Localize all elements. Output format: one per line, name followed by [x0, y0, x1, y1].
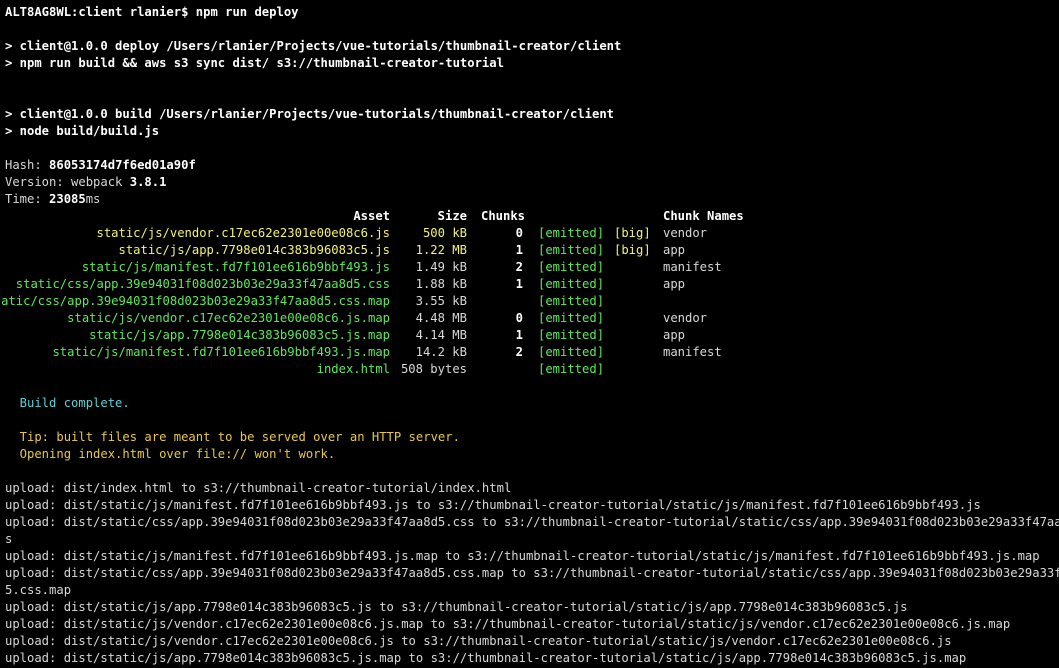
emitted-status: [emitted]	[538, 294, 605, 308]
asset-chunk: 1	[515, 243, 523, 257]
emitted-status: [emitted]	[538, 243, 605, 257]
asset-row: static/js/manifest.fd7f101ee616b9bbf493.…	[0, 259, 1059, 276]
chunk-name: app	[663, 328, 686, 342]
asset-column-header: Asset	[353, 209, 390, 223]
upload-line: upload: dist/static/js/manifest.fd7f101e…	[5, 549, 1040, 563]
upload-line: s	[5, 532, 13, 546]
asset-row: static/js/vendor.c17ec62e2301e00e08c6.js…	[0, 225, 1059, 242]
asset-name: static/js/vendor.c17ec62e2301e00e08c6.js	[96, 226, 391, 240]
asset-row: static/js/vendor.c17ec62e2301e00e08c6.js…	[0, 310, 1059, 327]
emitted-status: [emitted]	[538, 311, 605, 325]
asset-size: 508 bytes	[400, 362, 467, 376]
upload-line: 5.css.map	[5, 583, 72, 597]
emitted-status: [emitted]	[538, 345, 605, 359]
tip-line: Opening index.html over file:// won't wo…	[5, 447, 336, 461]
asset-chunk: 0	[515, 311, 523, 325]
upload-line: upload: dist/static/js/vendor.c17ec62e23…	[5, 617, 1011, 631]
time-value: 23085	[49, 192, 86, 206]
asset-size: 1.88 kB	[415, 277, 467, 291]
asset-row: static/js/manifest.fd7f101ee616b9bbf493.…	[0, 344, 1059, 361]
version-label: Version: webpack	[5, 175, 130, 189]
time-line: Time: 23085ms	[5, 191, 100, 208]
asset-size: 500 kB	[422, 226, 467, 240]
asset-row: static/css/app.39e94031f08d023b03e29a33f…	[0, 276, 1059, 293]
upload-line: upload: dist/static/js/app.7798e014c383b…	[5, 600, 908, 614]
upload-line: upload: dist/static/js/app.7798e014c383b…	[5, 651, 967, 665]
asset-size: 1.49 kB	[415, 260, 467, 274]
asset-name: static/js/manifest.fd7f101ee616b9bbf493.…	[81, 260, 390, 274]
chunk-names-column-header: Chunk Names	[663, 209, 744, 223]
upload-line: upload: dist/static/js/vendor.c17ec62e23…	[5, 634, 952, 648]
asset-name: static/css/app.39e94031f08d023b03e29a33f…	[15, 277, 390, 291]
asset-name: static/css/app.39e94031f08d023b03e29a33f…	[0, 294, 390, 308]
time-unit: ms	[85, 192, 101, 206]
build-command-line: > node build/build.js	[5, 124, 160, 138]
chunk-name: manifest	[663, 345, 722, 359]
asset-row: index.html 508 bytes [emitted]	[0, 361, 1059, 378]
version-value: 3.8.1	[129, 175, 167, 189]
deploy-command-line: > npm run build && aws s3 sync dist/ s3:…	[5, 56, 504, 70]
asset-name: static/js/app.7798e014c383b96083c5.js	[118, 243, 391, 257]
asset-chunk: 1	[515, 277, 523, 291]
big-flag: [big]	[614, 226, 651, 240]
asset-row: static/js/app.7798e014c383b96083c5.js 1.2…	[0, 242, 1059, 259]
asset-chunk: 2	[515, 345, 523, 359]
asset-row: static/js/app.7798e014c383b96083c5.js.ma…	[0, 327, 1059, 344]
hash-line: Hash: 86053174d7f6ed01a90f	[5, 157, 196, 174]
emitted-status: [emitted]	[538, 328, 605, 342]
asset-name: static/js/app.7798e014c383b96083c5.js.ma…	[89, 328, 390, 342]
emitted-status: [emitted]	[538, 226, 605, 240]
terminal-window[interactable]: ALT8AG8WL:client rlanier$ npm run deploy…	[0, 0, 1059, 668]
chunk-name: manifest	[663, 260, 722, 274]
chunk-name: vendor	[663, 311, 708, 325]
build-script-line: > client@1.0.0 build /Users/rlanier/Proj…	[5, 107, 615, 121]
version-line: Version: webpack 3.8.1	[5, 174, 166, 191]
emitted-status: [emitted]	[538, 362, 605, 376]
big-flag: [big]	[614, 243, 651, 257]
deploy-script-line: > client@1.0.0 deploy /Users/rlanier/Pro…	[5, 39, 622, 53]
build-complete-message: Build complete.	[5, 396, 130, 410]
asset-size: 1.22 MB	[415, 243, 467, 257]
shell-prompt-line: ALT8AG8WL:client rlanier$ npm run deploy	[5, 5, 299, 19]
asset-chunk: 0	[515, 226, 523, 240]
emitted-status: [emitted]	[538, 260, 605, 274]
upload-line: upload: dist/static/css/app.39e94031f08d…	[5, 566, 1059, 580]
asset-size: 4.14 MB	[415, 328, 467, 342]
assets-table-header: Asset Size Chunks Chunk Names	[0, 208, 1059, 225]
asset-name: static/js/vendor.c17ec62e2301e00e08c6.js…	[67, 311, 390, 325]
chunk-name: app	[663, 243, 686, 257]
chunk-name: app	[663, 277, 686, 291]
upload-line: upload: dist/static/js/manifest.fd7f101e…	[5, 498, 981, 512]
time-label: Time:	[5, 192, 50, 206]
asset-name: static/js/manifest.fd7f101ee616b9bbf493.…	[52, 345, 390, 359]
chunk-name: vendor	[663, 226, 708, 240]
upload-line: upload: dist/index.html to s3://thumbnai…	[5, 481, 512, 495]
tip-line: Tip: built files are meant to be served …	[5, 430, 460, 444]
asset-chunk: 1	[515, 328, 523, 342]
asset-row: static/css/app.39e94031f08d023b03e29a33f…	[0, 293, 1059, 310]
hash-value: 86053174d7f6ed01a90f	[49, 158, 196, 172]
emitted-status: [emitted]	[538, 277, 605, 291]
asset-chunk: 2	[515, 260, 523, 274]
upload-line: upload: dist/static/css/app.39e94031f08d…	[5, 515, 1059, 529]
asset-size: 3.55 kB	[415, 294, 467, 308]
asset-name: index.html	[316, 362, 390, 376]
hash-label: Hash:	[5, 158, 50, 172]
asset-size: 4.48 MB	[415, 311, 467, 325]
chunks-column-header: Chunks	[481, 209, 526, 223]
size-column-header: Size	[437, 209, 467, 223]
asset-size: 14.2 kB	[415, 345, 467, 359]
